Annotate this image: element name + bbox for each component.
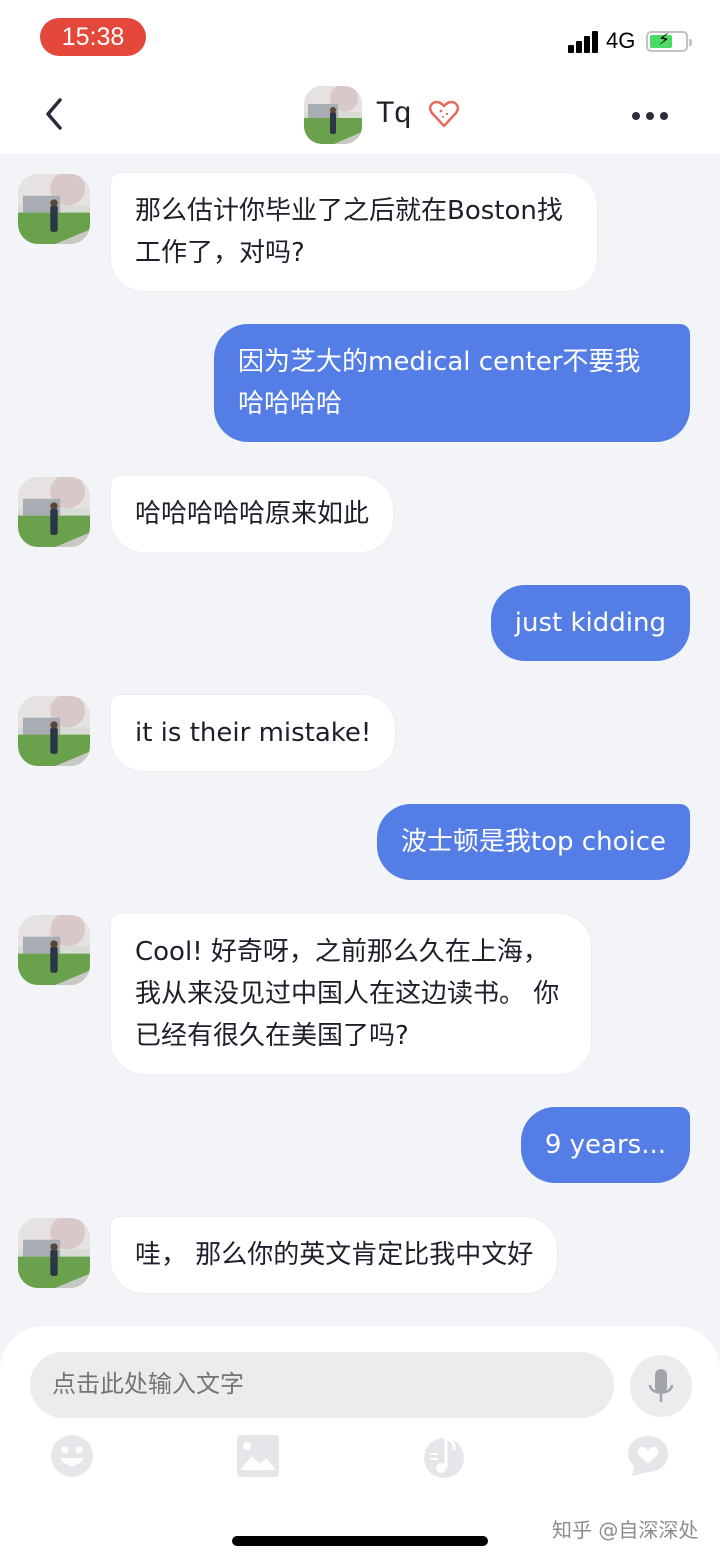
chat-header: Tq xyxy=(0,76,720,154)
message-bubble-incoming[interactable]: 那么估计你毕业了之后就在Boston找工作了，对吗? xyxy=(110,172,598,292)
composer: 知乎 @自深深处 xyxy=(0,1326,720,1558)
chevron-left-icon xyxy=(46,98,62,130)
avatar-photo xyxy=(18,696,90,766)
heart-button[interactable] xyxy=(428,98,460,130)
image-button[interactable] xyxy=(236,1434,280,1478)
message-bubble-outgoing[interactable]: just kidding xyxy=(490,585,690,661)
avatar-photo xyxy=(304,86,362,144)
message-list[interactable]: 那么估计你毕业了之后就在Boston找工作了，对吗? 因为芝大的medical … xyxy=(0,154,720,1324)
status-time: 15:38 xyxy=(40,18,146,56)
contact-avatar[interactable] xyxy=(18,477,90,547)
network-type: 4G xyxy=(606,28,636,53)
message-bubble-incoming[interactable]: 哈哈哈哈哈原来如此 xyxy=(110,475,395,553)
message-bubble-outgoing[interactable]: 因为芝大的medical center不要我哈哈哈哈 xyxy=(214,324,690,442)
avatar-photo xyxy=(18,477,90,547)
contact-avatar[interactable] xyxy=(18,696,90,766)
status-bar: 15:38 4G ⚡ xyxy=(0,0,720,76)
music-button[interactable] xyxy=(422,1434,466,1478)
message-bubble-incoming[interactable]: Cool! 好奇呀，之前那么久在上海，我从来没见过中国人在这边读书。 你已经有很… xyxy=(110,913,592,1075)
contact-name: Tq xyxy=(376,96,412,129)
home-indicator[interactable] xyxy=(232,1536,488,1546)
signal-icon xyxy=(568,31,600,53)
contact-avatar[interactable] xyxy=(18,915,90,985)
emoji-icon xyxy=(51,1435,93,1477)
message-bubble-incoming[interactable]: it is their mistake! xyxy=(110,694,397,772)
heart-bubble-icon xyxy=(628,1436,668,1476)
image-icon xyxy=(237,1435,279,1477)
emoji-button[interactable] xyxy=(50,1434,94,1478)
contact-avatar[interactable] xyxy=(18,1218,90,1288)
battery-icon: ⚡ xyxy=(646,30,692,52)
more-options-button[interactable] xyxy=(630,112,670,122)
more-dots-icon xyxy=(632,112,640,120)
message-bubble-outgoing[interactable]: 波士顿是我top choice xyxy=(376,804,690,880)
avatar-photo xyxy=(18,174,90,244)
contact-avatar[interactable] xyxy=(304,86,362,144)
message-input[interactable] xyxy=(30,1352,614,1418)
heart-icon xyxy=(428,100,460,128)
gift-heart-button[interactable] xyxy=(626,1434,670,1478)
message-bubble-incoming[interactable]: 哇， 那么你的英文肯定比我中文好 xyxy=(110,1216,559,1294)
watermark: 知乎 @自深深处 xyxy=(552,1518,699,1542)
contact-avatar[interactable] xyxy=(18,174,90,244)
avatar-photo xyxy=(18,915,90,985)
microphone-icon xyxy=(648,1369,674,1402)
avatar-photo xyxy=(18,1218,90,1288)
back-button[interactable] xyxy=(40,94,70,134)
voice-button[interactable] xyxy=(630,1355,692,1417)
music-icon xyxy=(424,1436,464,1478)
message-bubble-outgoing[interactable]: 9 years... xyxy=(520,1107,690,1183)
